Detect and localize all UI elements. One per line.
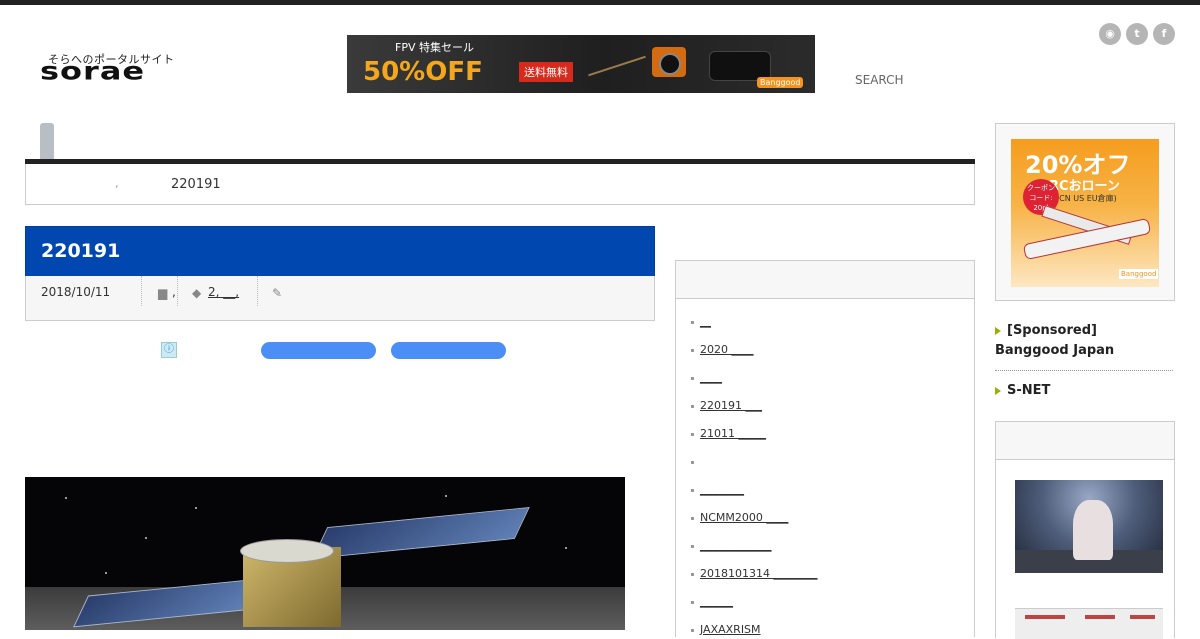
list-item[interactable]: ________ <box>691 483 744 496</box>
post-tags-text[interactable]: 2, __, <box>208 285 239 299</box>
link-marker-icon <box>995 386 1001 395</box>
right-widget-header <box>995 421 1175 460</box>
list-item[interactable]: 21011 _____ <box>691 427 766 440</box>
list-item-link[interactable]: __ <box>700 315 711 328</box>
list-item-link[interactable]: 2020 ____ <box>700 343 754 356</box>
post-meta: 2018/10/11 ▆ , ◆ 2, __, ✎ <box>25 276 655 321</box>
ad-info-icon[interactable]: ⓘ <box>161 342 177 358</box>
sidebar-post-list: __ 2020 ____ ____ 220191 ___ 21011 _____… <box>675 297 975 637</box>
list-item-link[interactable]: ____ <box>700 371 722 384</box>
spacecraft-antenna <box>240 539 334 563</box>
list-item[interactable]: NCMM2000 ____ <box>691 511 788 524</box>
sponsored-link[interactable]: [Sponsored] Banggood Japan <box>995 321 1173 361</box>
article-image <box>25 477 625 630</box>
facebook-icon[interactable]: f <box>1153 23 1175 45</box>
solar-panel-right <box>312 507 530 559</box>
tag-icon: ◆ <box>192 286 202 300</box>
top-banner-ad[interactable]: FPV 特集セール 50%OFF 送料無料 Banggood <box>347 35 815 93</box>
right-widget-image-2[interactable] <box>1015 608 1163 639</box>
sponsored-link-text[interactable]: [Sponsored] Banggood Japan <box>995 323 1114 358</box>
right-banner-ad[interactable]: 20%オフ RCおローン (CN US EU倉庫) クーポン コード: 20pl… <box>1011 139 1159 287</box>
file-icon: ▆ <box>158 286 168 300</box>
divider <box>995 370 1173 371</box>
right-ad-warehouse: (CN US EU倉庫) <box>1056 194 1117 203</box>
right-ad-brand: Banggood <box>1119 269 1159 279</box>
ad-button-2[interactable] <box>391 342 506 359</box>
list-item-link[interactable]: 2018101314 ________ <box>700 567 817 580</box>
list-item[interactable]: ______ <box>691 595 733 608</box>
ad-button-1[interactable] <box>261 342 376 359</box>
top-bar <box>0 0 1200 5</box>
list-item-link[interactable]: 21011 _____ <box>700 427 766 440</box>
site-logo[interactable]: sorae <box>40 56 145 86</box>
banner-top-text: FPV 特集セール <box>395 41 474 54</box>
post-title: 220191 <box>41 240 121 262</box>
breadcrumb: , 220191 <box>25 164 975 205</box>
banner-discount-text: 50%OFF <box>363 57 483 87</box>
s-net-link[interactable]: S-NET <box>995 381 1173 401</box>
list-item[interactable]: 2018101314 ________ <box>691 567 817 580</box>
edit-icon[interactable]: ✎ <box>272 286 282 300</box>
list-item-link[interactable]: ______ <box>700 595 733 608</box>
breadcrumb-separator: , <box>115 177 119 190</box>
list-item[interactable]: 220191 ___ <box>691 399 762 412</box>
right-widget-image-1[interactable] <box>1015 480 1163 573</box>
banner-brand-logo: Banggood <box>757 77 804 88</box>
nav-tab[interactable] <box>40 123 54 160</box>
list-item[interactable]: __ <box>691 315 711 328</box>
breadcrumb-current: 220191 <box>171 177 221 192</box>
post-date: 2018/10/11 <box>26 276 142 306</box>
post-category[interactable]: ▆ , <box>142 276 178 306</box>
twitter-icon[interactable]: t <box>1126 23 1148 45</box>
right-ad-subtitle: RCおローン <box>1049 179 1120 194</box>
banner-free-shipping-badge: 送料無料 <box>519 62 573 82</box>
list-item[interactable]: 2020 ____ <box>691 343 754 356</box>
link-marker-icon <box>995 326 1001 335</box>
sidebar-header <box>675 260 975 299</box>
post-tags[interactable]: ◆ 2, __, <box>177 276 258 306</box>
rss-icon[interactable]: ◉ <box>1099 23 1121 45</box>
list-item-link[interactable]: 220191 ___ <box>700 399 762 412</box>
banner-cable-image <box>588 55 646 77</box>
post-category-text[interactable]: , <box>172 285 176 299</box>
banner-lens-image <box>659 53 681 75</box>
post-title-bar: 220191 <box>25 226 655 278</box>
list-item[interactable]: ____ <box>691 371 722 384</box>
search-link[interactable]: SEARCH <box>855 73 904 87</box>
list-item[interactable]: _____________ <box>691 539 772 552</box>
list-item-link[interactable]: _____________ <box>700 539 772 552</box>
list-item[interactable] <box>691 455 700 468</box>
list-item-link[interactable]: ________ <box>700 483 744 496</box>
list-item-link[interactable]: NCMM2000 ____ <box>700 511 788 524</box>
s-net-link-text[interactable]: S-NET <box>1007 383 1050 398</box>
